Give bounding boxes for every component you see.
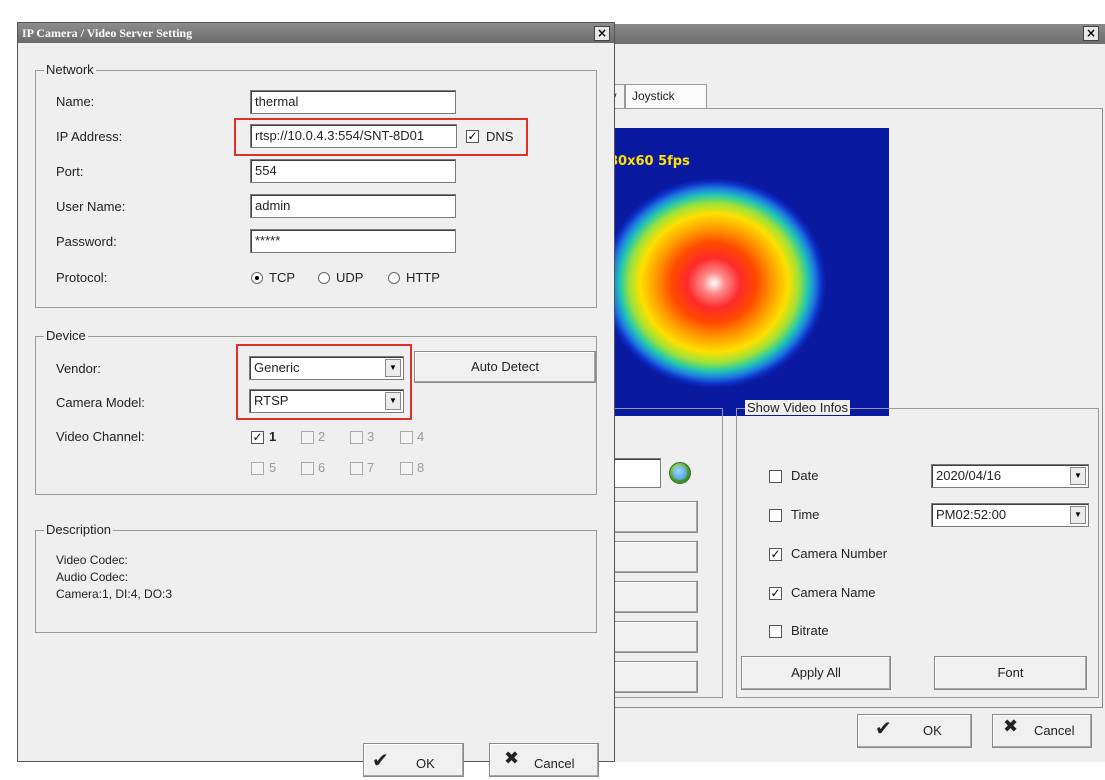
tab-joystick[interactable]: Joystick [625,84,707,108]
background-cancel-label: Cancel [1034,723,1075,738]
time-select[interactable]: PM02:52:00 ▼ [931,503,1089,527]
channel-6-checkbox[interactable] [301,462,314,475]
username-input[interactable]: admin [250,194,456,218]
ip-address-highlight [234,118,528,156]
protocol-http-label: HTTP [406,270,440,285]
channel-6-label: 6 [318,460,326,475]
background-ok-button[interactable]: ✔ OK [857,714,972,748]
cross-icon: ✖ [1003,716,1019,737]
date-label: Date [791,468,819,483]
dialog-close-button[interactable]: × [594,26,610,41]
dialog-title-bar: IP Camera / Video Server Setting × [18,23,614,43]
channel-7-label: 7 [367,460,375,475]
time-checkbox[interactable] [769,509,782,522]
ip-address-label: IP Address: [56,129,123,144]
protocol-tcp-label: TCP [269,270,295,285]
cross-icon: ✖ [504,748,520,769]
channel-8-label: 8 [417,460,425,475]
partial-button-5[interactable] [601,661,698,693]
globe-go-icon [673,466,687,480]
partial-button-1[interactable] [601,501,698,533]
show-video-infos-legend: Show Video Infos [745,400,850,415]
channel-2-checkbox[interactable] [301,431,314,444]
channel-4-checkbox[interactable] [400,431,413,444]
date-value: 2020/04/16 [936,468,1002,483]
port-label: Port: [56,164,84,179]
network-legend: Network [44,62,96,77]
font-button[interactable]: Font [934,656,1087,690]
password-input[interactable]: ***** [250,229,456,253]
channel-1-label: 1 [269,429,277,444]
camera-model-label: Camera Model: [56,395,145,410]
go-button[interactable] [669,462,691,484]
channel-5-checkbox[interactable] [251,462,264,475]
chevron-down-icon: ▼ [1070,467,1086,485]
camera-number-label: Camera Number [791,546,888,561]
protocol-udp-label: UDP [336,270,364,285]
audio-codec-text: Audio Codec: [56,570,129,584]
vendor-label: Vendor: [56,361,101,376]
camera-name-checkbox[interactable]: ✓ [769,587,782,600]
protocol-http-radio[interactable] [388,272,400,284]
background-window: × ay Joystick 80x60 5fps Show Video Info… [600,24,1105,762]
dialog-cancel-button[interactable]: ✖ Cancel [489,743,599,777]
camera-io-text: Camera:1, DI:4, DO:3 [56,587,173,601]
dialog-ok-button[interactable]: ✔ OK [363,743,464,777]
camera-number-checkbox[interactable]: ✓ [769,548,782,561]
protocol-label: Protocol: [56,270,108,285]
dialog-title: IP Camera / Video Server Setting [22,26,193,40]
camera-name-label: Camera Name [791,585,876,600]
time-value: PM02:52:00 [936,507,1007,522]
password-label: Password: [56,234,117,249]
username-label: User Name: [56,199,126,214]
partial-button-3[interactable] [601,581,698,613]
channel-3-checkbox[interactable] [350,431,363,444]
auto-detect-button[interactable]: Auto Detect [414,351,596,383]
channel-8-checkbox[interactable] [400,462,413,475]
check-icon: ✔ [372,748,389,772]
background-cancel-button[interactable]: ✖ Cancel [992,714,1092,748]
dialog-cancel-label: Cancel [534,756,575,771]
partial-button-4[interactable] [601,621,698,653]
date-select[interactable]: 2020/04/16 ▼ [931,464,1089,488]
channel-4-label: 4 [417,429,425,444]
port-input[interactable]: 554 [250,159,456,183]
apply-all-button[interactable]: Apply All [741,656,891,690]
chevron-down-icon: ▼ [1070,506,1086,524]
check-icon: ✔ [875,716,892,740]
partial-button-2[interactable] [601,541,698,573]
background-close-button[interactable]: × [1083,26,1099,41]
video-channel-label: Video Channel: [56,429,145,444]
name-label: Name: [56,94,95,109]
preview-caption: 80x60 5fps [609,154,690,169]
date-checkbox[interactable] [769,470,782,483]
bitrate-label: Bitrate [791,623,829,638]
channel-1-checkbox[interactable]: ✓ [251,431,264,444]
channel-2-label: 2 [318,429,326,444]
video-codec-text: Video Codec: [56,553,128,567]
channel-5-label: 5 [269,460,277,475]
name-input[interactable]: thermal [250,90,456,114]
thermal-preview-image: 80x60 5fps [601,128,889,416]
vendor-model-highlight [236,344,412,420]
background-title-bar: × [601,24,1105,44]
time-label: Time [791,507,820,522]
description-legend: Description [44,522,114,537]
channel-3-label: 3 [367,429,375,444]
ip-camera-settings-dialog: IP Camera / Video Server Setting × Netwo… [17,22,615,777]
dialog-ok-label: OK [416,756,435,771]
protocol-tcp-radio[interactable] [251,272,263,284]
background-ok-label: OK [923,723,942,738]
bitrate-checkbox[interactable] [769,625,782,638]
channel-7-checkbox[interactable] [350,462,363,475]
device-legend: Device [44,328,88,343]
protocol-udp-radio[interactable] [318,272,330,284]
